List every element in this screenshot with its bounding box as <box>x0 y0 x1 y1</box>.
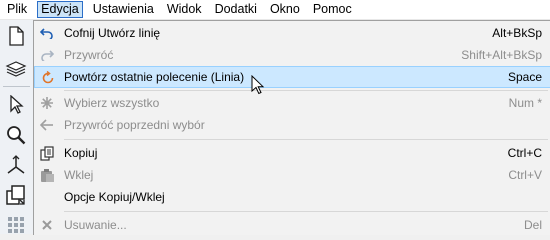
grid-icon[interactable] <box>4 213 28 237</box>
axes-icon[interactable] <box>4 153 28 177</box>
menu-item-label: Przywróć poprzedni wybór <box>64 118 205 132</box>
menu-item-shortcut: Del <box>523 218 542 232</box>
menu-item-shortcut: Space <box>507 70 542 84</box>
menu-pomoc[interactable]: Pomoc <box>310 1 355 18</box>
menu-plik[interactable]: Plik <box>4 1 30 18</box>
menu-item-label: Powtórz ostatnie polecenie (Linia) <box>64 70 245 84</box>
menu-item-shortcut: Num * <box>508 96 542 110</box>
menu-item-label: Wklej <box>64 168 94 182</box>
undo-icon <box>39 25 55 41</box>
menu-item-delete[interactable]: Usuwanie... Del <box>34 214 550 236</box>
edit-menu-dropdown: Cofnij Utwórz linię Alt+BkSp Przywróć Sh… <box>33 20 550 235</box>
menu-item-label: Przywróć <box>64 48 114 62</box>
previous-selection-icon <box>39 117 55 133</box>
menu-okno[interactable]: Okno <box>267 1 303 18</box>
menu-item-shortcut: Alt+BkSp <box>492 26 542 40</box>
select-all-icon <box>39 95 55 111</box>
zoom-icon[interactable] <box>4 123 28 147</box>
menu-widok[interactable]: Widok <box>164 1 205 18</box>
menu-dodatki[interactable]: Dodatki <box>212 1 260 18</box>
menu-item-redo[interactable]: Przywróć Shift+Alt+BkSp <box>34 44 550 66</box>
new-document-icon[interactable] <box>4 24 28 48</box>
menu-item-select-all[interactable]: Wybierz wszystko Num * <box>34 92 550 114</box>
copy-icon <box>39 145 55 161</box>
menu-item-previous-selection[interactable]: Przywróć poprzedni wybór <box>34 114 550 136</box>
menu-item-label: Opcje Kopiuj/Wklej <box>64 190 165 204</box>
menu-item-label: Usuwanie... <box>64 218 127 232</box>
menu-item-paste[interactable]: Wklej Ctrl+V <box>34 164 550 186</box>
menu-item-undo[interactable]: Cofnij Utwórz linię Alt+BkSp <box>34 22 550 44</box>
menu-edycja[interactable]: Edycja <box>37 1 83 18</box>
redo-icon <box>39 47 55 63</box>
toolbar-divider <box>3 86 30 87</box>
menu-item-repeat-last[interactable]: Powtórz ostatnie polecenie (Linia) Space <box>34 66 550 88</box>
mouse-pointer-icon <box>251 75 265 95</box>
menu-bar: Plik Edycja Ustawienia Widok Dodatki Okn… <box>0 0 550 20</box>
layers-icon[interactable] <box>4 56 28 80</box>
menu-separator <box>64 90 548 91</box>
menu-separator <box>64 139 548 140</box>
menu-item-label: Wybierz wszystko <box>64 96 160 110</box>
repeat-icon <box>40 70 56 86</box>
menu-item-label: Kopiuj <box>64 146 98 160</box>
menu-item-shortcut: Ctrl+V <box>508 168 542 182</box>
menu-item-shortcut: Shift+Alt+BkSp <box>461 48 542 62</box>
copy-blocks-icon[interactable] <box>4 183 28 207</box>
menu-item-shortcut: Ctrl+C <box>507 146 542 160</box>
select-arrow-icon[interactable] <box>4 93 28 117</box>
menu-item-label: Cofnij Utwórz linię <box>64 26 161 40</box>
paste-icon <box>39 167 55 183</box>
delete-icon <box>39 217 55 233</box>
menu-separator <box>64 211 548 212</box>
menu-item-copy-paste-options[interactable]: Opcje Kopiuj/Wklej <box>34 186 550 208</box>
left-toolbar <box>0 20 34 234</box>
menu-ustawienia[interactable]: Ustawienia <box>90 1 157 18</box>
menu-item-copy[interactable]: Kopiuj Ctrl+C <box>34 142 550 164</box>
